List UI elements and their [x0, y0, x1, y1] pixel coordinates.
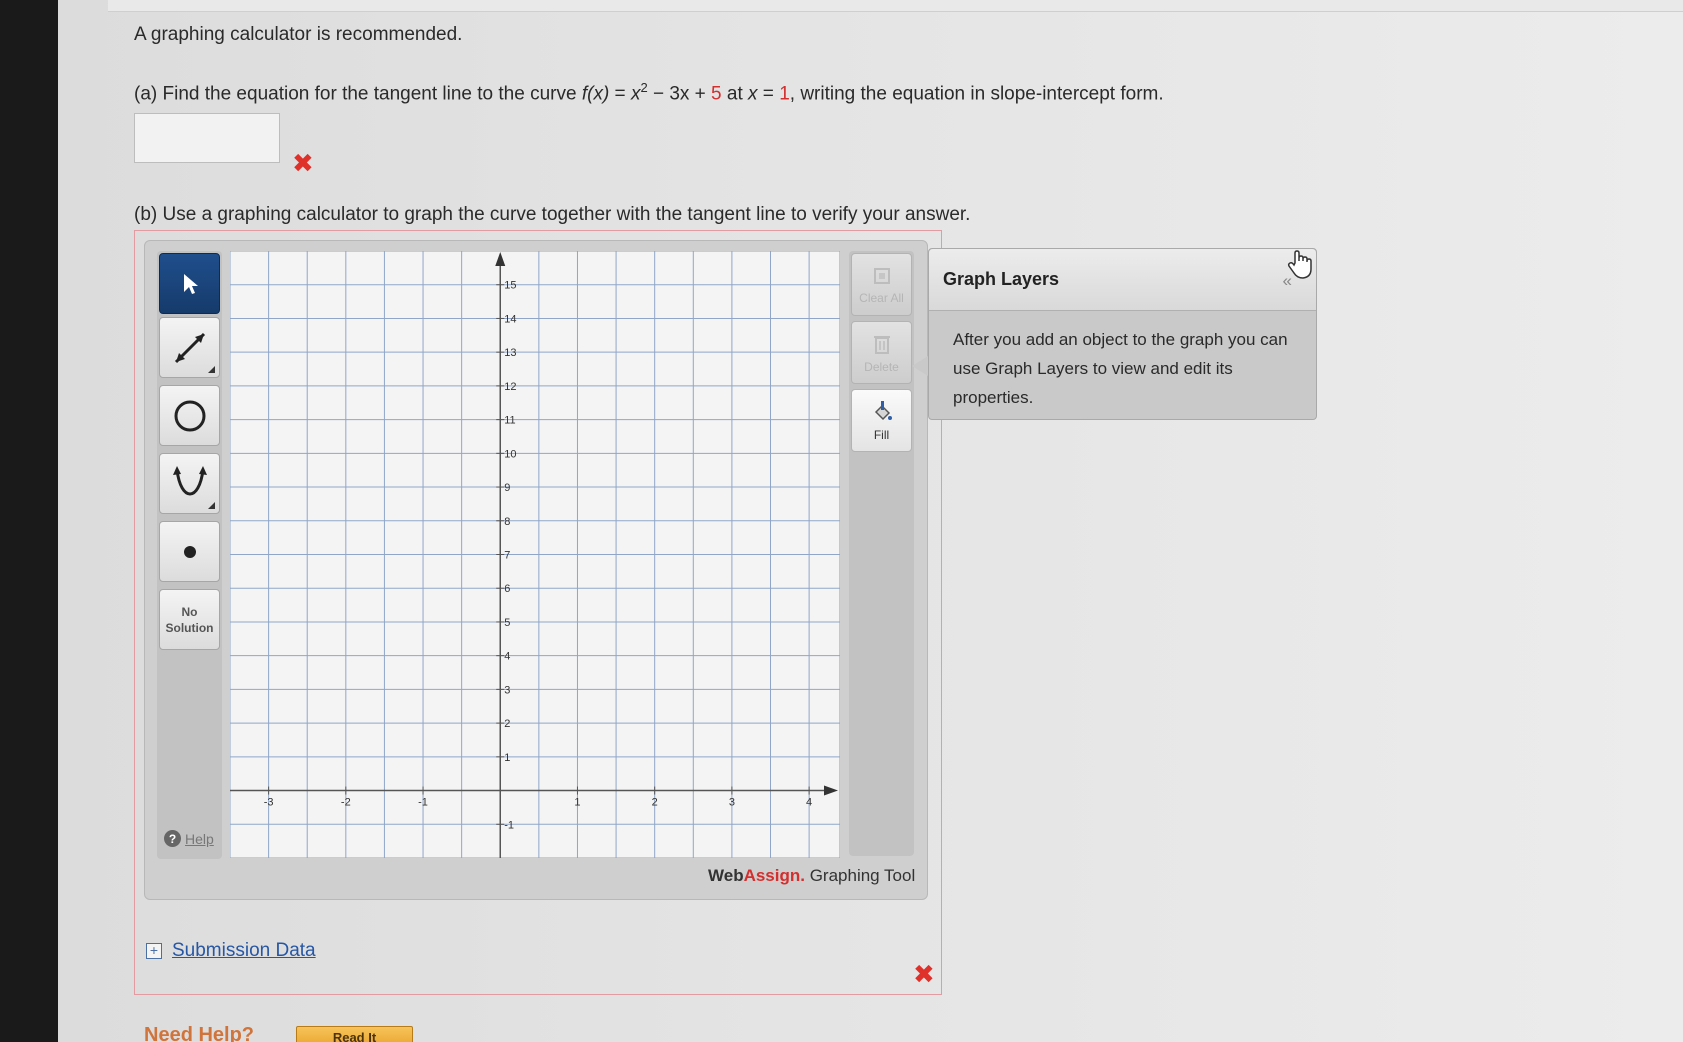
- y-tick-label: 14: [504, 313, 516, 325]
- y-tick-label: 7: [504, 550, 510, 562]
- incorrect-icon-b: ✖: [913, 959, 935, 989]
- expand-plus-icon[interactable]: +: [146, 943, 162, 959]
- constant-term: 5: [711, 83, 722, 105]
- brand-web: Web: [708, 866, 744, 885]
- submission-data-link[interactable]: Submission Data: [172, 940, 316, 962]
- paint-bucket-icon: [874, 400, 892, 420]
- no-solution-button[interactable]: No Solution: [159, 589, 220, 650]
- variable-x: x: [630, 83, 641, 105]
- x-tick-label: -2: [341, 797, 351, 809]
- trash-icon: [873, 335, 890, 354]
- fill-label: Fill: [873, 427, 890, 442]
- graph-canvas[interactable]: -3 -2 -1 1 2 3 4151413121110987654321-1: [230, 251, 840, 858]
- point-icon: [183, 545, 196, 558]
- y-tick-label: 8: [504, 516, 510, 528]
- x-tick-label: 2: [652, 797, 658, 809]
- brand-assign: Assign.: [743, 866, 805, 885]
- webassign-brand: WebAssign. Graphing Tool: [708, 866, 915, 886]
- function-name: f(x): [581, 83, 610, 105]
- no-solution-line-2: Solution: [165, 620, 214, 635]
- y-tick-label: 6: [504, 583, 510, 595]
- x-tick-label: -1: [418, 797, 428, 809]
- top-strip: [108, 0, 1683, 12]
- graph-actions-column: Clear All Delete Fill: [849, 251, 914, 856]
- part-b-prompt: (b) Use a graphing calculator to graph t…: [134, 204, 971, 225]
- y-tick-label: 9: [504, 482, 510, 494]
- graph-layers-header[interactable]: Graph Layers: [929, 249, 1316, 311]
- y-tick-label: 11: [504, 415, 515, 427]
- parabola-icon: [172, 465, 207, 495]
- y-tick-label: 10: [504, 448, 516, 460]
- arrow-pointer-icon: [183, 273, 198, 294]
- tool-options-corner: [208, 366, 215, 373]
- y-tick-label: -1: [504, 819, 514, 831]
- x-tick-label: -3: [264, 797, 274, 809]
- linear-term: − 3x +: [647, 83, 712, 105]
- part-a-suffix: , writing the equation in slope-intercep…: [789, 83, 1164, 105]
- clear-all-icon: [873, 267, 890, 284]
- x-tick-label: 4: [806, 797, 812, 809]
- graph-layers-panel: Graph Layers « After you add an object t…: [928, 248, 1317, 420]
- no-solution-line-1: No: [181, 604, 198, 619]
- point-tool-button[interactable]: [159, 521, 220, 582]
- tool-palette: No Solution: [157, 251, 222, 859]
- x-tick-label: 1: [574, 797, 580, 809]
- x-tick-label: 3: [729, 797, 735, 809]
- y-tick-label: 15: [504, 280, 516, 292]
- y-tick-label: 13: [504, 347, 516, 359]
- parabola-tool-button[interactable]: [159, 453, 220, 514]
- variable-x-point: x: [748, 83, 758, 105]
- y-tick-label: 3: [504, 684, 510, 696]
- line-segment-icon: [174, 332, 205, 363]
- help-label: Help: [185, 830, 214, 847]
- submission-data-toggle[interactable]: + Submission Data: [146, 940, 316, 962]
- exponent: 2: [640, 80, 648, 95]
- part-a-prefix: (a) Find the equation for the tangent li…: [134, 83, 577, 105]
- circle-tool-button[interactable]: [159, 385, 220, 446]
- line-tool-button[interactable]: [159, 317, 220, 378]
- help-icon: ?: [164, 830, 181, 847]
- read-it-button[interactable]: Read It: [296, 1026, 413, 1042]
- fill-button[interactable]: Fill: [851, 389, 912, 452]
- clear-all-button[interactable]: Clear All: [851, 253, 912, 316]
- brand-tool: Graphing Tool: [804, 866, 916, 885]
- help-link[interactable]: ? Help: [164, 830, 214, 847]
- no-solution-label: No Solution: [166, 604, 214, 636]
- x-value: 1: [779, 83, 790, 105]
- delete-button[interactable]: Delete: [851, 321, 912, 384]
- incorrect-icon: ✖: [292, 148, 314, 178]
- delete-label: Delete: [864, 359, 899, 374]
- tool-options-corner: [208, 502, 215, 509]
- hand-cursor-icon: [1287, 250, 1312, 279]
- equals-sign: =: [609, 83, 631, 105]
- select-tool-button[interactable]: [159, 253, 220, 314]
- question-intro: A graphing calculator is recommended.: [134, 24, 463, 45]
- circle-icon: [174, 400, 205, 431]
- y-tick-label: 1: [504, 752, 510, 764]
- answer-input-a[interactable]: [134, 113, 280, 163]
- clear-all-label: Clear All: [859, 290, 904, 305]
- layers-callout-pointer: [912, 356, 928, 376]
- graph-layers-title: Graph Layers: [943, 269, 1060, 289]
- at-word: at: [721, 83, 749, 105]
- graph-layers-description: After you add an object to the graph you…: [953, 330, 1288, 407]
- y-tick-label: 4: [504, 651, 510, 663]
- part-a-prompt: (a) Find the equation for the tangent li…: [134, 80, 1164, 105]
- need-help-heading: Need Help?: [144, 1024, 255, 1042]
- y-tick-label: 12: [504, 381, 516, 393]
- y-tick-label: 2: [504, 718, 510, 730]
- equals-sign-2: =: [757, 83, 780, 105]
- y-tick-label: 5: [504, 617, 510, 629]
